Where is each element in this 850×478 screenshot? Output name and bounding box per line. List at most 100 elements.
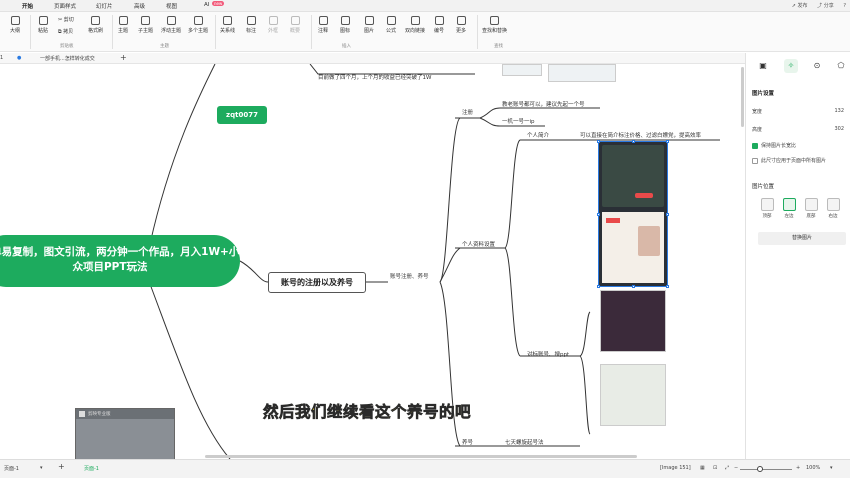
top-thumbnail-2[interactable] bbox=[548, 64, 616, 82]
boundary-button[interactable]: 外框 bbox=[268, 16, 278, 34]
topic-nurture-note[interactable]: 七天螺旋起号法 bbox=[505, 438, 544, 446]
multi-topic-button[interactable]: 多个主题 bbox=[188, 16, 208, 34]
vertical-scrollbar[interactable] bbox=[741, 67, 744, 127]
position-bottom[interactable]: 底部 bbox=[802, 198, 820, 219]
mindmap-canvas[interactable]: 目前做了四个月，上个月的收益已经突破了1W zqt0077 简单易复制，图文引流… bbox=[0, 64, 745, 459]
add-page-icon[interactable]: + bbox=[58, 462, 65, 471]
outline-icon bbox=[10, 16, 20, 25]
zoom-level[interactable]: 100% bbox=[806, 465, 820, 471]
mini-window[interactable]: 剪映专业版 bbox=[75, 408, 175, 459]
help-icon[interactable]: ? bbox=[843, 3, 846, 9]
tab-page-style[interactable]: 页面样式 bbox=[54, 2, 76, 10]
current-page-tab[interactable]: 页面-1 bbox=[84, 465, 99, 472]
tab-ai[interactable]: AI bbox=[204, 2, 209, 8]
keep-ratio-row[interactable]: 保持图片长宽比 bbox=[752, 142, 844, 149]
callout-button[interactable]: 标注 bbox=[246, 16, 256, 34]
paste-button[interactable]: 粘贴 bbox=[38, 16, 48, 34]
style-tab-icon[interactable]: ▣ bbox=[756, 59, 770, 73]
branch-topic[interactable]: 账号的注册以及养号 bbox=[268, 272, 366, 293]
format-painter-button[interactable]: 格式刷 bbox=[88, 16, 103, 34]
benchmark-image-2[interactable] bbox=[600, 364, 666, 426]
topic-one-device[interactable]: 一机一号一ip bbox=[502, 117, 535, 125]
branch-subtopic[interactable]: 账号注册、养号 bbox=[390, 272, 429, 280]
image-settings-tab-icon[interactable]: ✧ bbox=[784, 59, 798, 73]
brush-icon bbox=[91, 16, 100, 25]
group-topic-label: 主题 bbox=[160, 44, 169, 49]
height-input[interactable]: 302 bbox=[834, 126, 844, 132]
resize-handle-left[interactable] bbox=[597, 213, 600, 216]
zoom-in-icon[interactable]: + bbox=[796, 465, 800, 471]
tab-advanced[interactable]: 高级 bbox=[134, 2, 145, 10]
position-top[interactable]: 顶部 bbox=[758, 198, 776, 219]
copy-button[interactable]: ⧉ 拷贝 bbox=[58, 28, 73, 35]
tab-view[interactable]: 视图 bbox=[166, 2, 177, 10]
icon-button[interactable]: 图标 bbox=[340, 16, 350, 34]
list-icon bbox=[434, 16, 444, 25]
subtopic-button[interactable]: 子主题 bbox=[138, 16, 153, 34]
position-left[interactable]: 左边 bbox=[780, 198, 798, 219]
zoom-knob[interactable] bbox=[757, 466, 763, 472]
group-clipboard-label: 剪贴板 bbox=[60, 44, 74, 49]
publish-button[interactable]: ➚ 发布 bbox=[792, 3, 808, 9]
topic-bio[interactable]: 个人简介 bbox=[527, 131, 549, 139]
theme-tab-icon[interactable]: ⬠ bbox=[834, 59, 848, 73]
zoom-slider[interactable] bbox=[740, 469, 792, 470]
topic-profile-setup[interactable]: 个人资料设置 bbox=[462, 240, 495, 248]
location-tab-icon[interactable]: ⊙ bbox=[810, 59, 824, 73]
outline-button[interactable]: 大纲 bbox=[10, 16, 20, 34]
top-thumbnail-1[interactable] bbox=[502, 64, 542, 76]
horizontal-scrollbar[interactable] bbox=[205, 455, 637, 458]
relation-button[interactable]: 关系线 bbox=[220, 16, 235, 34]
fit-icon[interactable]: ⊡ bbox=[713, 465, 717, 471]
replace-image-button[interactable]: 替换图片 bbox=[758, 232, 846, 245]
find-replace-button[interactable]: 查找和替换 bbox=[482, 16, 507, 34]
zoom-out-icon[interactable]: − bbox=[734, 465, 738, 471]
add-tab-icon[interactable]: + bbox=[120, 53, 127, 62]
formula-button[interactable]: 公式 bbox=[386, 16, 396, 34]
doc-tab-title[interactable]: 一部手机...怎样转化成交 bbox=[40, 55, 95, 62]
image-button[interactable]: 图片 bbox=[364, 16, 374, 34]
page-selector[interactable]: 页面-1 bbox=[4, 465, 19, 472]
zoom-dropdown-icon[interactable]: ▾ bbox=[830, 465, 833, 471]
top-note-text[interactable]: 目前做了四个月，上个月的收益已经突破了1W bbox=[318, 73, 431, 81]
bilink-button[interactable]: 双向链接 bbox=[405, 16, 425, 34]
tab-start[interactable]: 开始 bbox=[19, 2, 36, 13]
apply-all-row[interactable]: 此尺寸应用于页面中所有图片 bbox=[752, 157, 844, 164]
topic-icon bbox=[118, 16, 128, 25]
resize-handle-right[interactable] bbox=[666, 213, 669, 216]
summary-button[interactable]: 概要 bbox=[290, 16, 300, 34]
topic-bio-note[interactable]: 可以直接在简介标注价格、过滤白嫖党，提高效率 bbox=[580, 131, 701, 139]
resize-handle-bottom[interactable] bbox=[632, 285, 635, 288]
more-button[interactable]: 更多 bbox=[456, 16, 466, 34]
paste-icon bbox=[38, 16, 48, 25]
topic-button[interactable]: 主题 bbox=[118, 16, 128, 34]
share-button[interactable]: ⤴ 分享 bbox=[817, 3, 834, 9]
follow-button-graphic bbox=[635, 193, 653, 198]
grid-icon[interactable]: ▦ bbox=[700, 465, 705, 471]
fullscreen-icon[interactable]: ⤢ bbox=[725, 465, 729, 471]
topic-nurture[interactable]: 养号 bbox=[462, 438, 473, 446]
topic-register[interactable]: 注册 bbox=[462, 108, 473, 116]
position-right[interactable]: 右边 bbox=[824, 198, 842, 219]
root-topic[interactable]: 简单易复制，图文引流，两分钟一个作品，月入1W+小众项目PPT玩法 bbox=[0, 235, 240, 287]
topic-benchmark[interactable]: 对标账号、搜ppt bbox=[527, 350, 569, 358]
width-row: 宽度 132 bbox=[752, 108, 844, 115]
tab-slides[interactable]: 幻灯片 bbox=[96, 2, 113, 10]
page-dropdown-icon[interactable]: ▾ bbox=[40, 465, 43, 471]
resize-handle-tr[interactable] bbox=[666, 140, 669, 143]
apply-all-checkbox[interactable] bbox=[752, 157, 758, 164]
floating-topic-button[interactable]: 浮动主题 bbox=[161, 16, 181, 34]
topic-register-advice[interactable]: 教老账号都可以，建议先起一个号 bbox=[502, 100, 585, 108]
selected-profile-image[interactable] bbox=[597, 140, 669, 288]
numbering-button[interactable]: 编号 bbox=[434, 16, 444, 34]
resize-handle-top[interactable] bbox=[632, 140, 635, 143]
width-input[interactable]: 132 bbox=[834, 108, 844, 114]
note-button[interactable]: 注释 bbox=[318, 16, 328, 34]
keep-ratio-checkbox[interactable] bbox=[752, 142, 758, 149]
resize-handle-tl[interactable] bbox=[597, 140, 600, 143]
cut-button[interactable]: ✂ 剪切 bbox=[58, 16, 74, 23]
benchmark-image-1[interactable] bbox=[600, 290, 666, 352]
doc-tab-index[interactable]: 1 bbox=[0, 55, 3, 61]
resize-handle-bl[interactable] bbox=[597, 285, 600, 288]
resize-handle-br[interactable] bbox=[666, 285, 669, 288]
